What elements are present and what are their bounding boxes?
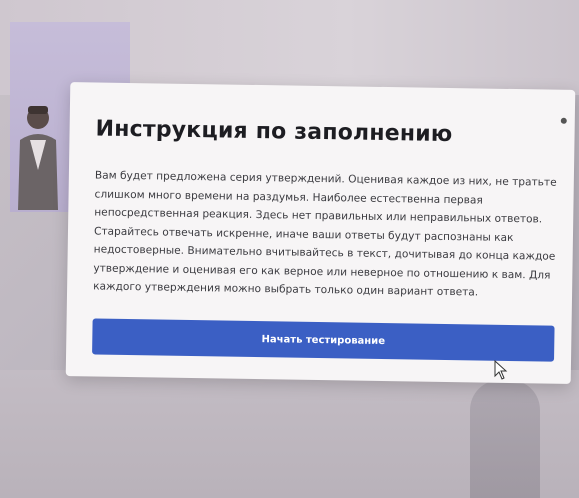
background-figure bbox=[470, 380, 540, 498]
modal-title: Инструкция по заполнению bbox=[95, 116, 453, 148]
person-illustration bbox=[18, 106, 58, 210]
dot-indicator-icon bbox=[560, 117, 567, 124]
instruction-text: Вам будет предложена серия утверждений. … bbox=[93, 169, 557, 299]
start-test-button[interactable]: Начать тестирование bbox=[92, 318, 555, 362]
mouse-cursor-icon bbox=[494, 360, 508, 380]
instruction-modal: Инструкция по заполнению Вам будет предл… bbox=[65, 82, 576, 384]
